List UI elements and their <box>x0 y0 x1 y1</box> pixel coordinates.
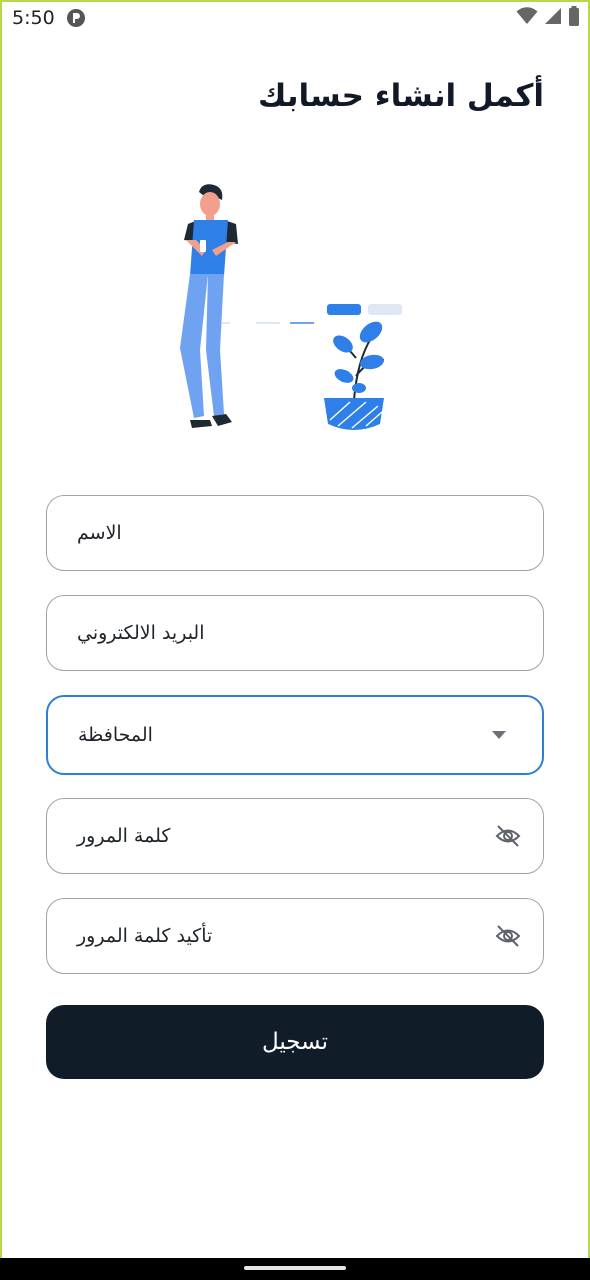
plant-figure <box>324 321 385 430</box>
person-with-plant-illustration <box>180 184 402 430</box>
battery-icon <box>569 6 579 26</box>
status-bar: 5:50 <box>0 0 590 36</box>
email-field[interactable]: البريد الالكتروني <box>46 595 544 671</box>
governorate-dropdown-label: المحافظة <box>78 724 153 746</box>
confirm-password-field[interactable]: تأكيد كلمة المرور <box>46 898 544 974</box>
dropdown-arrow-icon[interactable] <box>492 731 506 739</box>
person-figure <box>180 184 238 428</box>
register-button[interactable]: تسجيل <box>46 1005 544 1079</box>
wifi-icon <box>516 7 538 24</box>
governorate-dropdown[interactable]: المحافظة <box>46 695 544 775</box>
password-field[interactable]: كلمة المرور <box>46 798 544 874</box>
eye-off-icon[interactable] <box>495 825 521 847</box>
password-field-label: كلمة المرور <box>77 825 171 847</box>
status-icons <box>516 6 580 26</box>
status-time: 5:50 <box>12 7 55 29</box>
eye-off-icon[interactable] <box>495 925 521 947</box>
app-notification-icon <box>67 9 85 27</box>
home-gesture-handle[interactable] <box>244 1266 346 1270</box>
name-field-label: الاسم <box>77 522 122 544</box>
signal-icon <box>545 8 561 24</box>
email-field-label: البريد الالكتروني <box>77 622 205 644</box>
confirm-password-field-label: تأكيد كلمة المرور <box>77 925 213 947</box>
name-field[interactable]: الاسم <box>46 495 544 571</box>
page-title: أكمل انشاء حسابك <box>257 78 544 114</box>
navigation-bar <box>0 1258 590 1280</box>
